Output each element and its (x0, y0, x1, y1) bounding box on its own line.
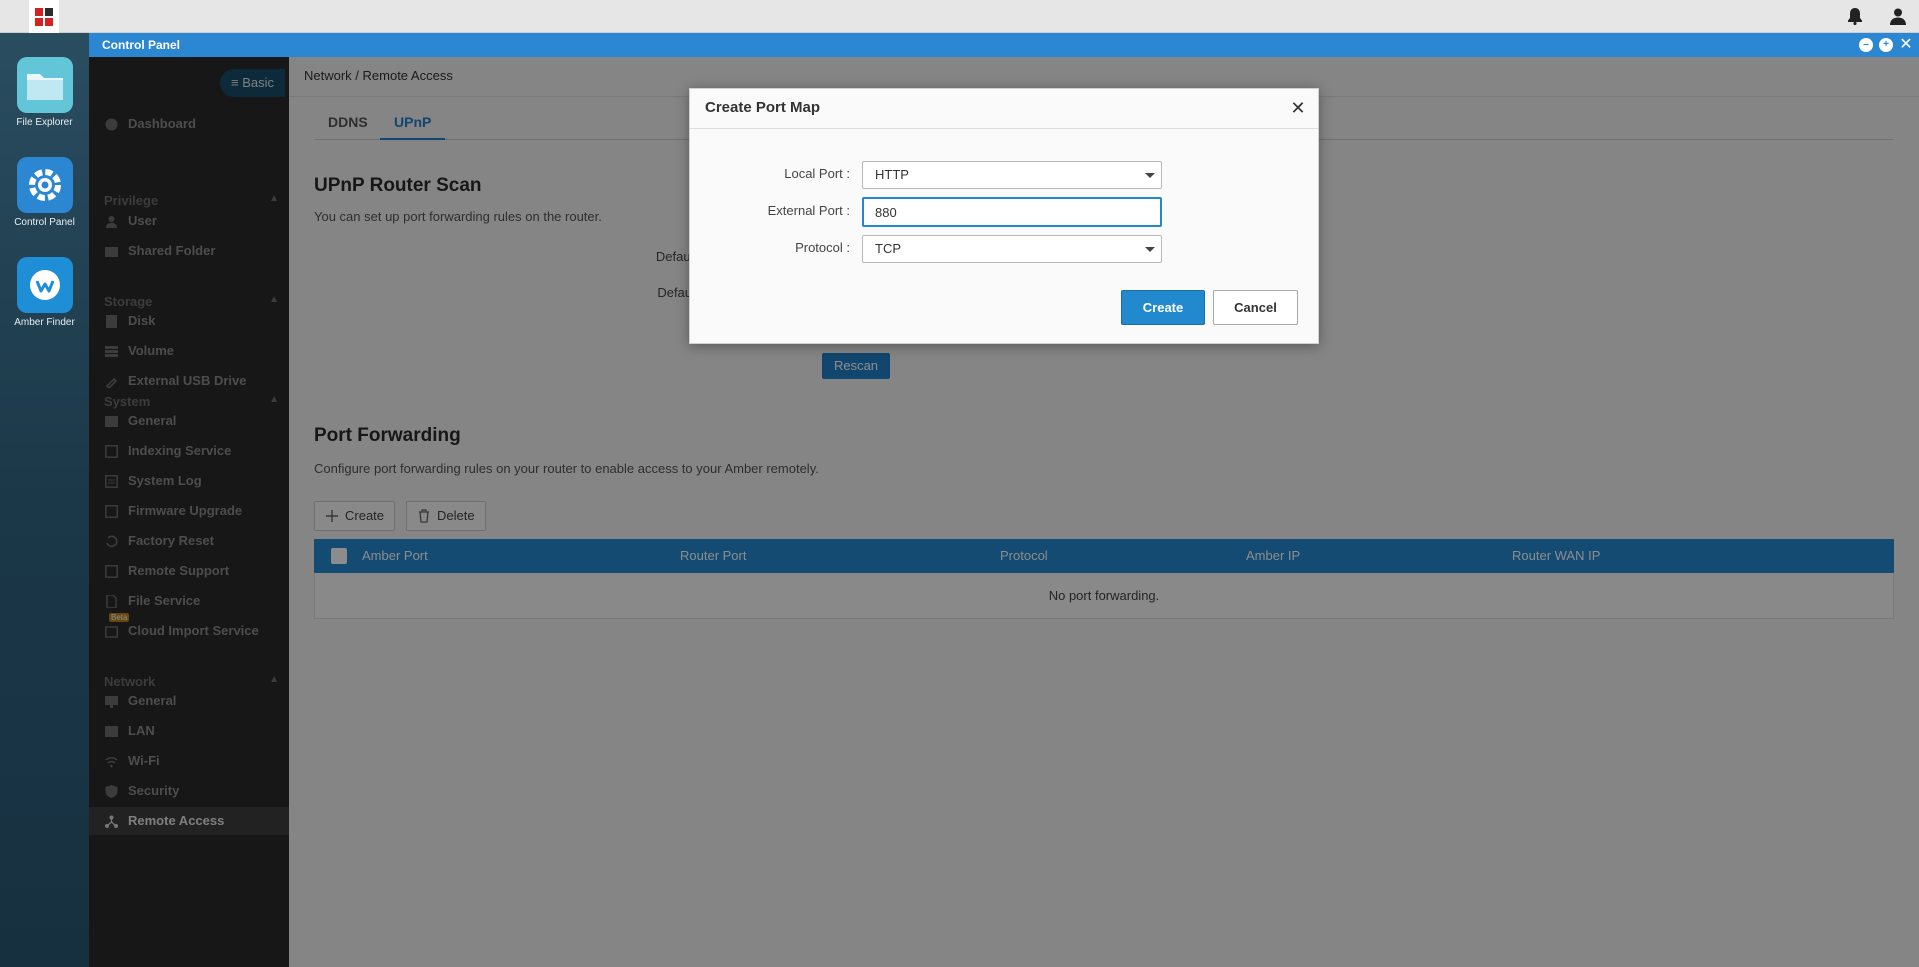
create-port-map-dialog: Create Port Map ✕ Local Port : HTTP Exte… (689, 88, 1319, 344)
folder-icon (16, 57, 73, 113)
minimize-button[interactable]: – (1859, 38, 1873, 52)
create-button[interactable]: Create (1121, 290, 1205, 325)
close-dialog-icon[interactable]: ✕ (1288, 98, 1308, 118)
dropdown-caret-icon (1145, 247, 1155, 252)
maximize-button[interactable]: + (1879, 38, 1893, 52)
window-titlebar[interactable]: Control Panel – + ✕ (89, 33, 1919, 57)
external-port-input[interactable] (862, 197, 1162, 227)
local-port-select[interactable]: HTTP (862, 161, 1162, 189)
external-port-label: External Port : (767, 203, 850, 218)
desktop-item-label: File Explorer (16, 117, 73, 128)
desktop-file-explorer[interactable]: File Explorer (0, 57, 89, 128)
desktop-item-label: Control Panel (14, 217, 75, 228)
notification-bell-icon[interactable] (1844, 5, 1866, 27)
desktop-control-panel[interactable]: Control Panel (0, 157, 89, 228)
desktop: File Explorer Control Panel Amber Finder (0, 33, 89, 967)
dropdown-caret-icon (1145, 173, 1155, 178)
gear-icon (16, 157, 73, 213)
desktop-item-label: Amber Finder (14, 317, 75, 328)
dialog-header: Create Port Map ✕ (690, 89, 1318, 129)
desktop-amber-finder[interactable]: Amber Finder (0, 257, 89, 328)
apps-grid-icon (35, 7, 53, 26)
protocol-label: Protocol : (795, 240, 850, 255)
dialog-title: Create Port Map (705, 99, 821, 116)
local-port-label: Local Port : (784, 166, 850, 181)
amber-finder-icon (16, 257, 73, 313)
top-bar (0, 0, 1919, 33)
protocol-select[interactable]: TCP (862, 235, 1162, 263)
protocol-value: TCP (875, 241, 901, 256)
user-account-icon[interactable] (1887, 5, 1909, 27)
window-title: Control Panel (102, 38, 181, 52)
start-menu-button[interactable] (29, 0, 59, 33)
cancel-button[interactable]: Cancel (1213, 290, 1298, 325)
local-port-value: HTTP (875, 167, 909, 182)
close-window-button[interactable]: ✕ (1899, 37, 1913, 53)
